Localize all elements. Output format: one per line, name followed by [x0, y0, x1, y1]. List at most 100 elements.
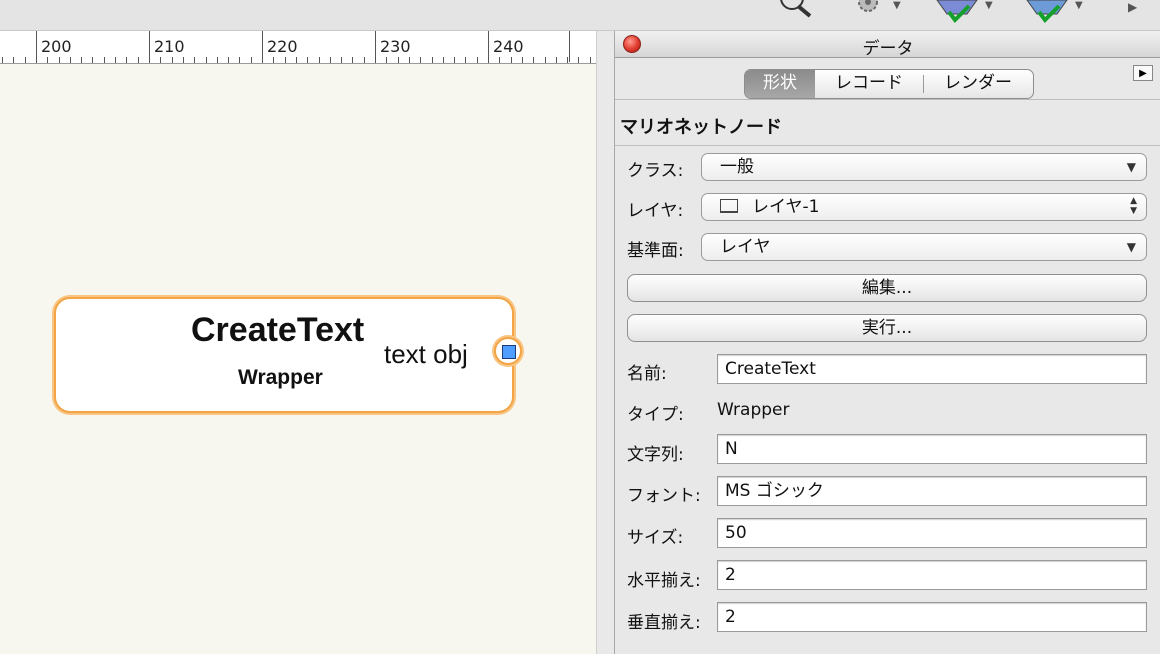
ruler-minor-tick — [25, 57, 26, 63]
string-field[interactable]: N — [717, 434, 1147, 464]
section-title: マリオネットノード — [620, 117, 782, 138]
ruler-minor-tick — [307, 57, 308, 63]
ruler-minor-tick — [499, 57, 500, 63]
toolbar-overflow-icon[interactable]: ▶ — [1128, 0, 1137, 14]
globe-menu-caret-icon[interactable]: ▼ — [985, 0, 993, 11]
tab-shape[interactable]: 形状 — [745, 70, 815, 98]
ruler-label: 240 — [493, 37, 524, 56]
layer-select[interactable]: レイヤ-1 ▲ ▼ — [701, 193, 1147, 221]
ruler-minor-tick — [477, 57, 478, 63]
globe2-menu-caret-icon[interactable]: ▼ — [1075, 0, 1083, 11]
canvas-scroll-gutter — [596, 31, 615, 654]
ruler-minor-tick — [590, 57, 591, 63]
ruler-minor-tick — [239, 57, 240, 63]
palette-title-bar[interactable]: データ — [615, 31, 1160, 59]
gear-icon[interactable] — [850, 0, 886, 18]
chevron-down-icon: ▼ — [1126, 240, 1136, 254]
layer-value: レイヤ-1 — [752, 197, 820, 217]
halign-label: 水平揃え: — [627, 571, 701, 591]
size-field[interactable]: 50 — [717, 518, 1147, 548]
font-label: フォント: — [627, 486, 701, 506]
ruler-minor-tick — [36, 57, 37, 63]
zoom-icon[interactable] — [770, 0, 816, 18]
plane-value: レイヤ — [720, 237, 771, 257]
ruler-label: 230 — [380, 37, 411, 56]
globe-check-icon-2[interactable] — [1025, 0, 1069, 24]
ruler-minor-tick — [409, 57, 410, 63]
ruler-minor-tick — [364, 57, 365, 63]
port-square-icon — [502, 345, 516, 359]
name-field[interactable]: CreateText — [717, 354, 1147, 384]
horizontal-ruler[interactable]: 200 210 220 230 240 — [0, 31, 596, 64]
ruler-minor-tick — [217, 57, 218, 63]
ruler-minor-tick — [285, 57, 286, 63]
ruler-minor-tick — [454, 57, 455, 63]
divider — [615, 99, 1160, 100]
ruler-minor-tick — [443, 57, 444, 63]
ruler-minor-tick — [420, 57, 421, 63]
ruler-minor-tick — [432, 57, 433, 63]
ruler-minor-tick — [206, 57, 207, 63]
tab-render[interactable]: レンダー — [924, 70, 1032, 98]
ruler-minor-tick — [70, 57, 71, 63]
ruler-minor-tick — [13, 57, 14, 63]
plane-select[interactable]: レイヤ ▼ — [701, 233, 1147, 261]
ruler-minor-tick — [556, 57, 557, 63]
string-label: 文字列: — [627, 445, 684, 465]
ruler-minor-tick — [341, 57, 342, 63]
class-label: クラス: — [627, 161, 684, 181]
gear-menu-caret-icon[interactable]: ▼ — [893, 0, 901, 11]
ruler-minor-tick — [352, 57, 353, 63]
ruler-minor-tick — [398, 57, 399, 63]
ruler-minor-tick — [296, 57, 297, 63]
class-select[interactable]: 一般 ▼ — [701, 153, 1147, 181]
ruler-minor-tick — [511, 57, 512, 63]
data-palette: データ 形状 レコード レンダー ▶ マリオネットノード クラス: 一般 ▼ レ… — [614, 31, 1160, 654]
ruler-minor-tick — [319, 57, 320, 63]
name-label: 名前: — [627, 364, 667, 384]
ruler-minor-tick — [262, 57, 263, 63]
halign-field[interactable]: 2 — [717, 560, 1147, 590]
valign-field[interactable]: 2 — [717, 602, 1147, 632]
ruler-minor-tick — [465, 57, 466, 63]
marionette-node[interactable]: CreateText Wrapper text obj — [54, 297, 514, 413]
updown-arrows-icon: ▲ ▼ — [1130, 196, 1137, 216]
output-port[interactable] — [494, 337, 522, 365]
divider — [615, 145, 1160, 146]
font-field[interactable]: MS ゴシック — [717, 476, 1147, 506]
ruler-minor-tick — [47, 57, 48, 63]
palette-menu-icon[interactable]: ▶ — [1133, 65, 1153, 81]
run-button[interactable]: 実行... — [627, 314, 1147, 342]
ruler-minor-tick — [126, 57, 127, 63]
type-label: タイプ: — [627, 405, 684, 425]
ruler-label: 220 — [267, 37, 298, 56]
ruler-minor-tick — [104, 57, 105, 63]
edit-button[interactable]: 編集... — [627, 274, 1147, 302]
ruler-minor-tick — [375, 57, 376, 63]
ruler-minor-tick — [386, 57, 387, 63]
ruler-minor-tick — [172, 57, 173, 63]
ruler-minor-tick — [92, 57, 93, 63]
globe-check-icon[interactable] — [935, 0, 979, 24]
ruler-minor-tick — [330, 57, 331, 63]
ruler-minor-tick — [59, 57, 60, 63]
ruler-minor-tick — [578, 57, 579, 63]
plane-label: 基準面: — [627, 241, 684, 261]
layer-label: レイヤ: — [627, 201, 684, 221]
ruler-label: 200 — [41, 37, 72, 56]
ruler-minor-tick — [228, 57, 229, 63]
layer-icon — [720, 199, 738, 213]
valign-label: 垂直揃え: — [627, 613, 701, 633]
palette-title: データ — [862, 39, 914, 59]
ruler-major-tick — [569, 31, 570, 62]
ruler-minor-tick — [273, 57, 274, 63]
palette-tabs: 形状 レコード レンダー — [744, 69, 1034, 99]
node-port-label: text obj — [384, 339, 468, 369]
node-title: CreateText — [191, 311, 365, 349]
ruler-minor-tick — [160, 57, 161, 63]
ruler-minor-tick — [2, 57, 3, 63]
ruler-minor-tick — [533, 57, 534, 63]
chevron-down-icon: ▼ — [1126, 160, 1136, 174]
ruler-minor-tick — [567, 57, 568, 63]
tab-record[interactable]: レコード — [815, 70, 923, 98]
